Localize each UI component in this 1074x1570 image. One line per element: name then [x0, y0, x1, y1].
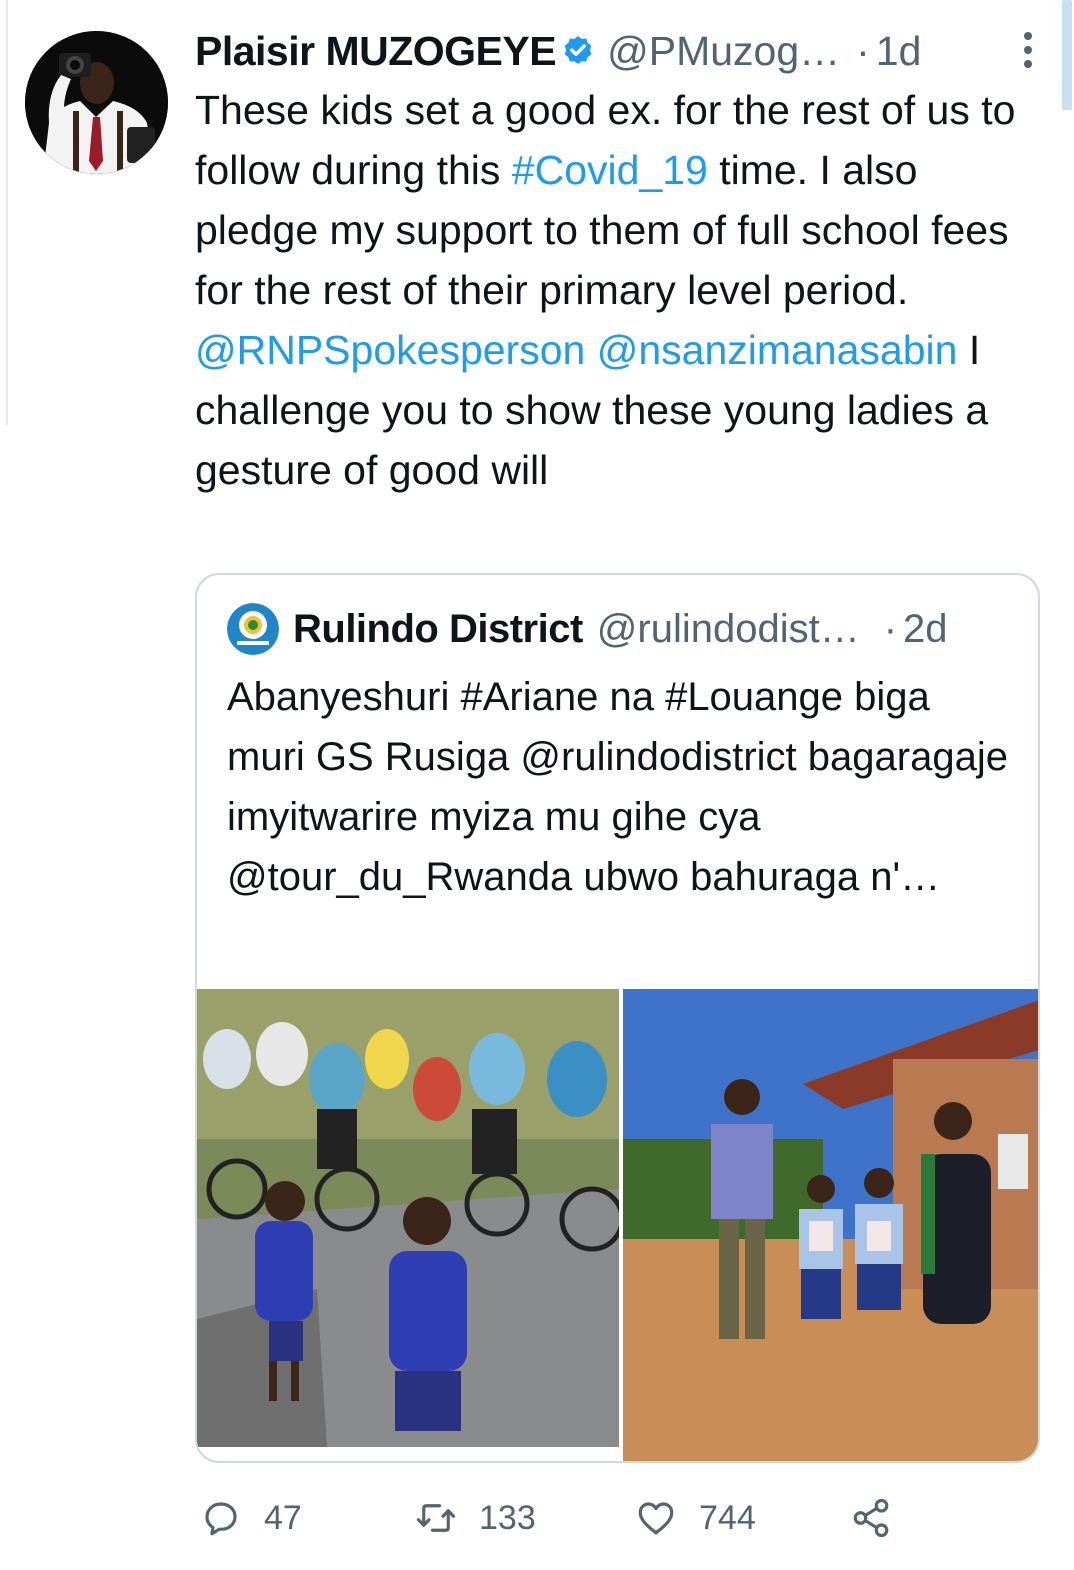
text-segment	[585, 327, 596, 373]
more-options-icon[interactable]	[1022, 28, 1034, 72]
quoted-tweet-text: Abanyeshuri #Ariane na #Louange biga mur…	[227, 675, 1008, 899]
author-handle[interactable]: @PMuzog…	[607, 28, 840, 75]
share-icon	[853, 1498, 889, 1538]
district-seal-icon	[227, 603, 279, 655]
retweet-count: 133	[479, 1498, 536, 1537]
retweet-button[interactable]: 133	[415, 1490, 536, 1546]
retweet-icon	[416, 1504, 456, 1532]
separator-dot: ·	[856, 27, 870, 74]
author-avatar[interactable]	[25, 31, 168, 174]
thread-line	[0, 0, 8, 425]
tweet-action-bar: 47 133 744	[195, 1490, 915, 1550]
quoted-tweet-header: Rulindo District @rulindodist… · 2d	[227, 601, 1017, 657]
like-button[interactable]: 744	[635, 1490, 756, 1546]
quoted-tweet-timestamp[interactable]: 2d	[903, 607, 948, 652]
quoted-photo-group[interactable]	[623, 989, 1040, 1463]
verified-badge-icon	[564, 36, 592, 64]
mention-link[interactable]: @nsanzimanasabin	[597, 327, 958, 373]
quoted-author-avatar[interactable]	[227, 603, 279, 655]
tweet-header: Plaisir MUZOGEYE @PMuzog… · 1d	[195, 24, 1045, 78]
separator-dot: ·	[883, 606, 898, 651]
like-icon	[638, 1502, 674, 1535]
scrollbar-thumb[interactable]	[1062, 0, 1072, 110]
hashtag-link[interactable]: #Covid_19	[512, 147, 708, 193]
share-button[interactable]	[850, 1490, 892, 1546]
reply-icon	[205, 1502, 237, 1536]
tweet-text: These kids set a good ex. for the rest o…	[195, 80, 1035, 500]
reply-count: 47	[264, 1498, 302, 1537]
tweet-timestamp[interactable]: 1d	[876, 28, 922, 75]
quoted-author-name[interactable]: Rulindo District	[293, 607, 583, 652]
quoted-photo-cyclists[interactable]	[197, 989, 619, 1447]
author-name[interactable]: Plaisir MUZOGEYE	[195, 28, 557, 75]
reply-button[interactable]: 47	[200, 1490, 302, 1546]
quoted-author-handle[interactable]: @rulindodist…	[597, 607, 860, 652]
quoted-tweet-card[interactable]: Rulindo District @rulindodist… · 2d Aban…	[195, 573, 1040, 1463]
like-count: 744	[699, 1498, 756, 1537]
avatar-photo	[25, 31, 168, 174]
mention-link[interactable]: @RNPSpokesperson	[195, 327, 585, 373]
